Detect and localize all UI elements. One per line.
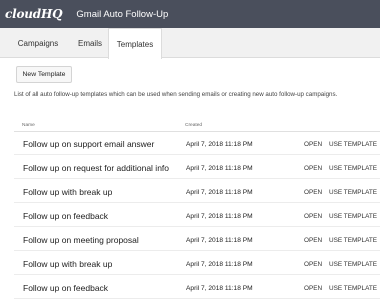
table-row: Follow up on feedback April 7, 2018 11:1…: [14, 276, 380, 299]
template-name: Follow up on support email answer: [23, 139, 155, 149]
table-row: Follow up on support email answer April …: [14, 132, 380, 155]
column-header-created: Created: [185, 123, 203, 128]
open-link[interactable]: OPEN: [304, 165, 322, 172]
template-name: Follow up on feedback: [23, 283, 109, 293]
template-created: April 7, 2018 11:18 PM: [186, 165, 253, 172]
template-created: April 7, 2018 11:18 PM: [186, 237, 253, 244]
open-link[interactable]: OPEN: [304, 213, 322, 220]
use-template-link[interactable]: USE TEMPLATE: [329, 189, 377, 196]
tab-bar: Campaigns Emails Templates: [0, 28, 380, 59]
column-header-name: Name: [22, 123, 35, 128]
table-row: Follow up on meeting proposal April 7, 2…: [14, 228, 380, 251]
table-row: Follow up on request for additional info…: [14, 156, 380, 179]
open-link[interactable]: OPEN: [304, 189, 322, 196]
table-row: Follow up on feedback April 7, 2018 11:1…: [14, 204, 380, 227]
use-template-link[interactable]: USE TEMPLATE: [329, 213, 377, 220]
use-template-link[interactable]: USE TEMPLATE: [329, 285, 377, 292]
app-title: Gmail Auto Follow-Up: [76, 8, 169, 20]
new-template-button[interactable]: New Template: [16, 66, 72, 83]
open-link[interactable]: OPEN: [304, 285, 322, 292]
template-name: Follow up with break up: [23, 187, 113, 197]
template-name: Follow up on feedback: [23, 211, 109, 221]
tab-templates[interactable]: Templates: [108, 28, 162, 59]
tab-emails[interactable]: Emails: [72, 28, 108, 58]
template-created: April 7, 2018 11:18 PM: [186, 189, 253, 196]
use-template-link[interactable]: USE TEMPLATE: [329, 261, 377, 268]
template-name: Follow up on meeting proposal: [23, 235, 139, 245]
table-row: Follow up with break up April 7, 2018 11…: [14, 180, 380, 203]
open-link[interactable]: OPEN: [304, 261, 322, 268]
tab-campaigns[interactable]: Campaigns: [8, 28, 68, 58]
template-created: April 7, 2018 11:18 PM: [186, 141, 253, 148]
open-link[interactable]: OPEN: [304, 141, 322, 148]
table-row: Follow up with break up April 7, 2018 11…: [14, 252, 380, 275]
use-template-link[interactable]: USE TEMPLATE: [329, 237, 377, 244]
cloudhq-logo[interactable]: cloudHQ: [5, 7, 63, 21]
template-name: Follow up with break up: [23, 259, 113, 269]
templates-description: List of all auto follow-up templates whi…: [14, 91, 338, 98]
template-created: April 7, 2018 11:18 PM: [186, 213, 253, 220]
template-name: Follow up on request for additional info: [23, 163, 170, 173]
template-created: April 7, 2018 11:18 PM: [186, 261, 253, 268]
app-header: cloudHQ Gmail Auto Follow-Up: [0, 0, 380, 28]
use-template-link[interactable]: USE TEMPLATE: [329, 141, 377, 148]
template-created: April 7, 2018 11:18 PM: [186, 285, 253, 292]
open-link[interactable]: OPEN: [304, 237, 322, 244]
use-template-link[interactable]: USE TEMPLATE: [329, 165, 377, 172]
